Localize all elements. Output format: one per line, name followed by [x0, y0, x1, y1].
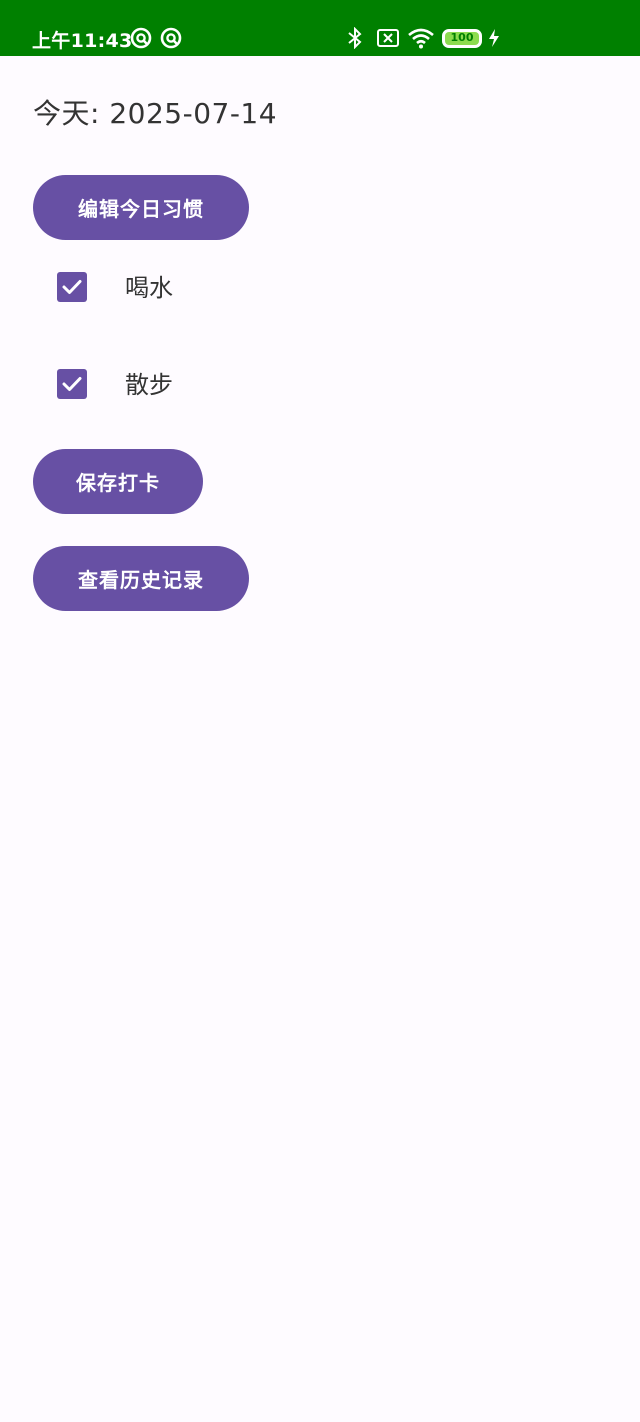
save-checkin-button[interactable]: 保存打卡 [33, 449, 203, 514]
checkmark-icon [62, 280, 82, 294]
app-notification-icon [160, 27, 182, 53]
app-notification-icon [130, 27, 152, 53]
edit-habits-button[interactable]: 编辑今日习惯 [33, 175, 249, 240]
view-history-button[interactable]: 查看历史记录 [33, 546, 249, 611]
charging-icon [487, 28, 501, 52]
battery-icon: 100 [442, 29, 482, 48]
wifi-icon [407, 27, 435, 53]
habit-label: 散步 [125, 371, 173, 399]
today-date-label: 今天: 2025-07-14 [33, 97, 278, 130]
habit-row-drink-water[interactable]: 喝水 [40, 256, 340, 316]
status-time: 上午11:43 [32, 30, 133, 52]
habit-row-walk[interactable]: 散步 [40, 353, 340, 413]
bluetooth-icon [346, 26, 364, 53]
habit-checkbox[interactable] [57, 272, 87, 302]
checkmark-icon [62, 377, 82, 391]
status-bar: 上午11:43 100 [0, 0, 640, 56]
battery-level: 100 [450, 31, 474, 44]
habit-checkbox[interactable] [57, 369, 87, 399]
habit-label: 喝水 [125, 274, 173, 302]
sim-off-icon [376, 28, 400, 52]
